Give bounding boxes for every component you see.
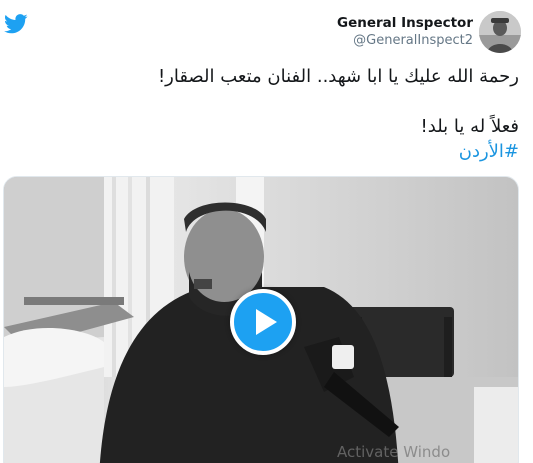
play-button[interactable] — [230, 289, 296, 355]
tweet-author[interactable]: General Inspector @GeneralInspect2 — [337, 11, 521, 53]
hashtag-link[interactable]: #الأردن — [14, 139, 519, 164]
author-display-name[interactable]: General Inspector — [337, 14, 473, 32]
avatar[interactable] — [479, 11, 521, 53]
tweet-text-gap — [14, 89, 519, 114]
play-icon — [256, 309, 277, 335]
video-player[interactable]: Activate Windo — [3, 176, 519, 463]
tweet-text-line: رحمة الله عليك يا ابا شهد.. الفنان متعب … — [157, 66, 519, 87]
twitter-bird-icon[interactable] — [3, 14, 28, 34]
author-handle[interactable]: @GeneralInspect2 — [337, 32, 473, 50]
tweet-text-line: فعلاً له يا بلد! — [420, 116, 519, 137]
tweet-card: General Inspector @GeneralInspect2 رحمة … — [0, 0, 533, 463]
author-names: General Inspector @GeneralInspect2 — [337, 14, 473, 50]
activate-windows-watermark: Activate Windo — [337, 443, 451, 461]
tweet-text: رحمة الله عليك يا ابا شهد.. الفنان متعب … — [14, 64, 519, 164]
